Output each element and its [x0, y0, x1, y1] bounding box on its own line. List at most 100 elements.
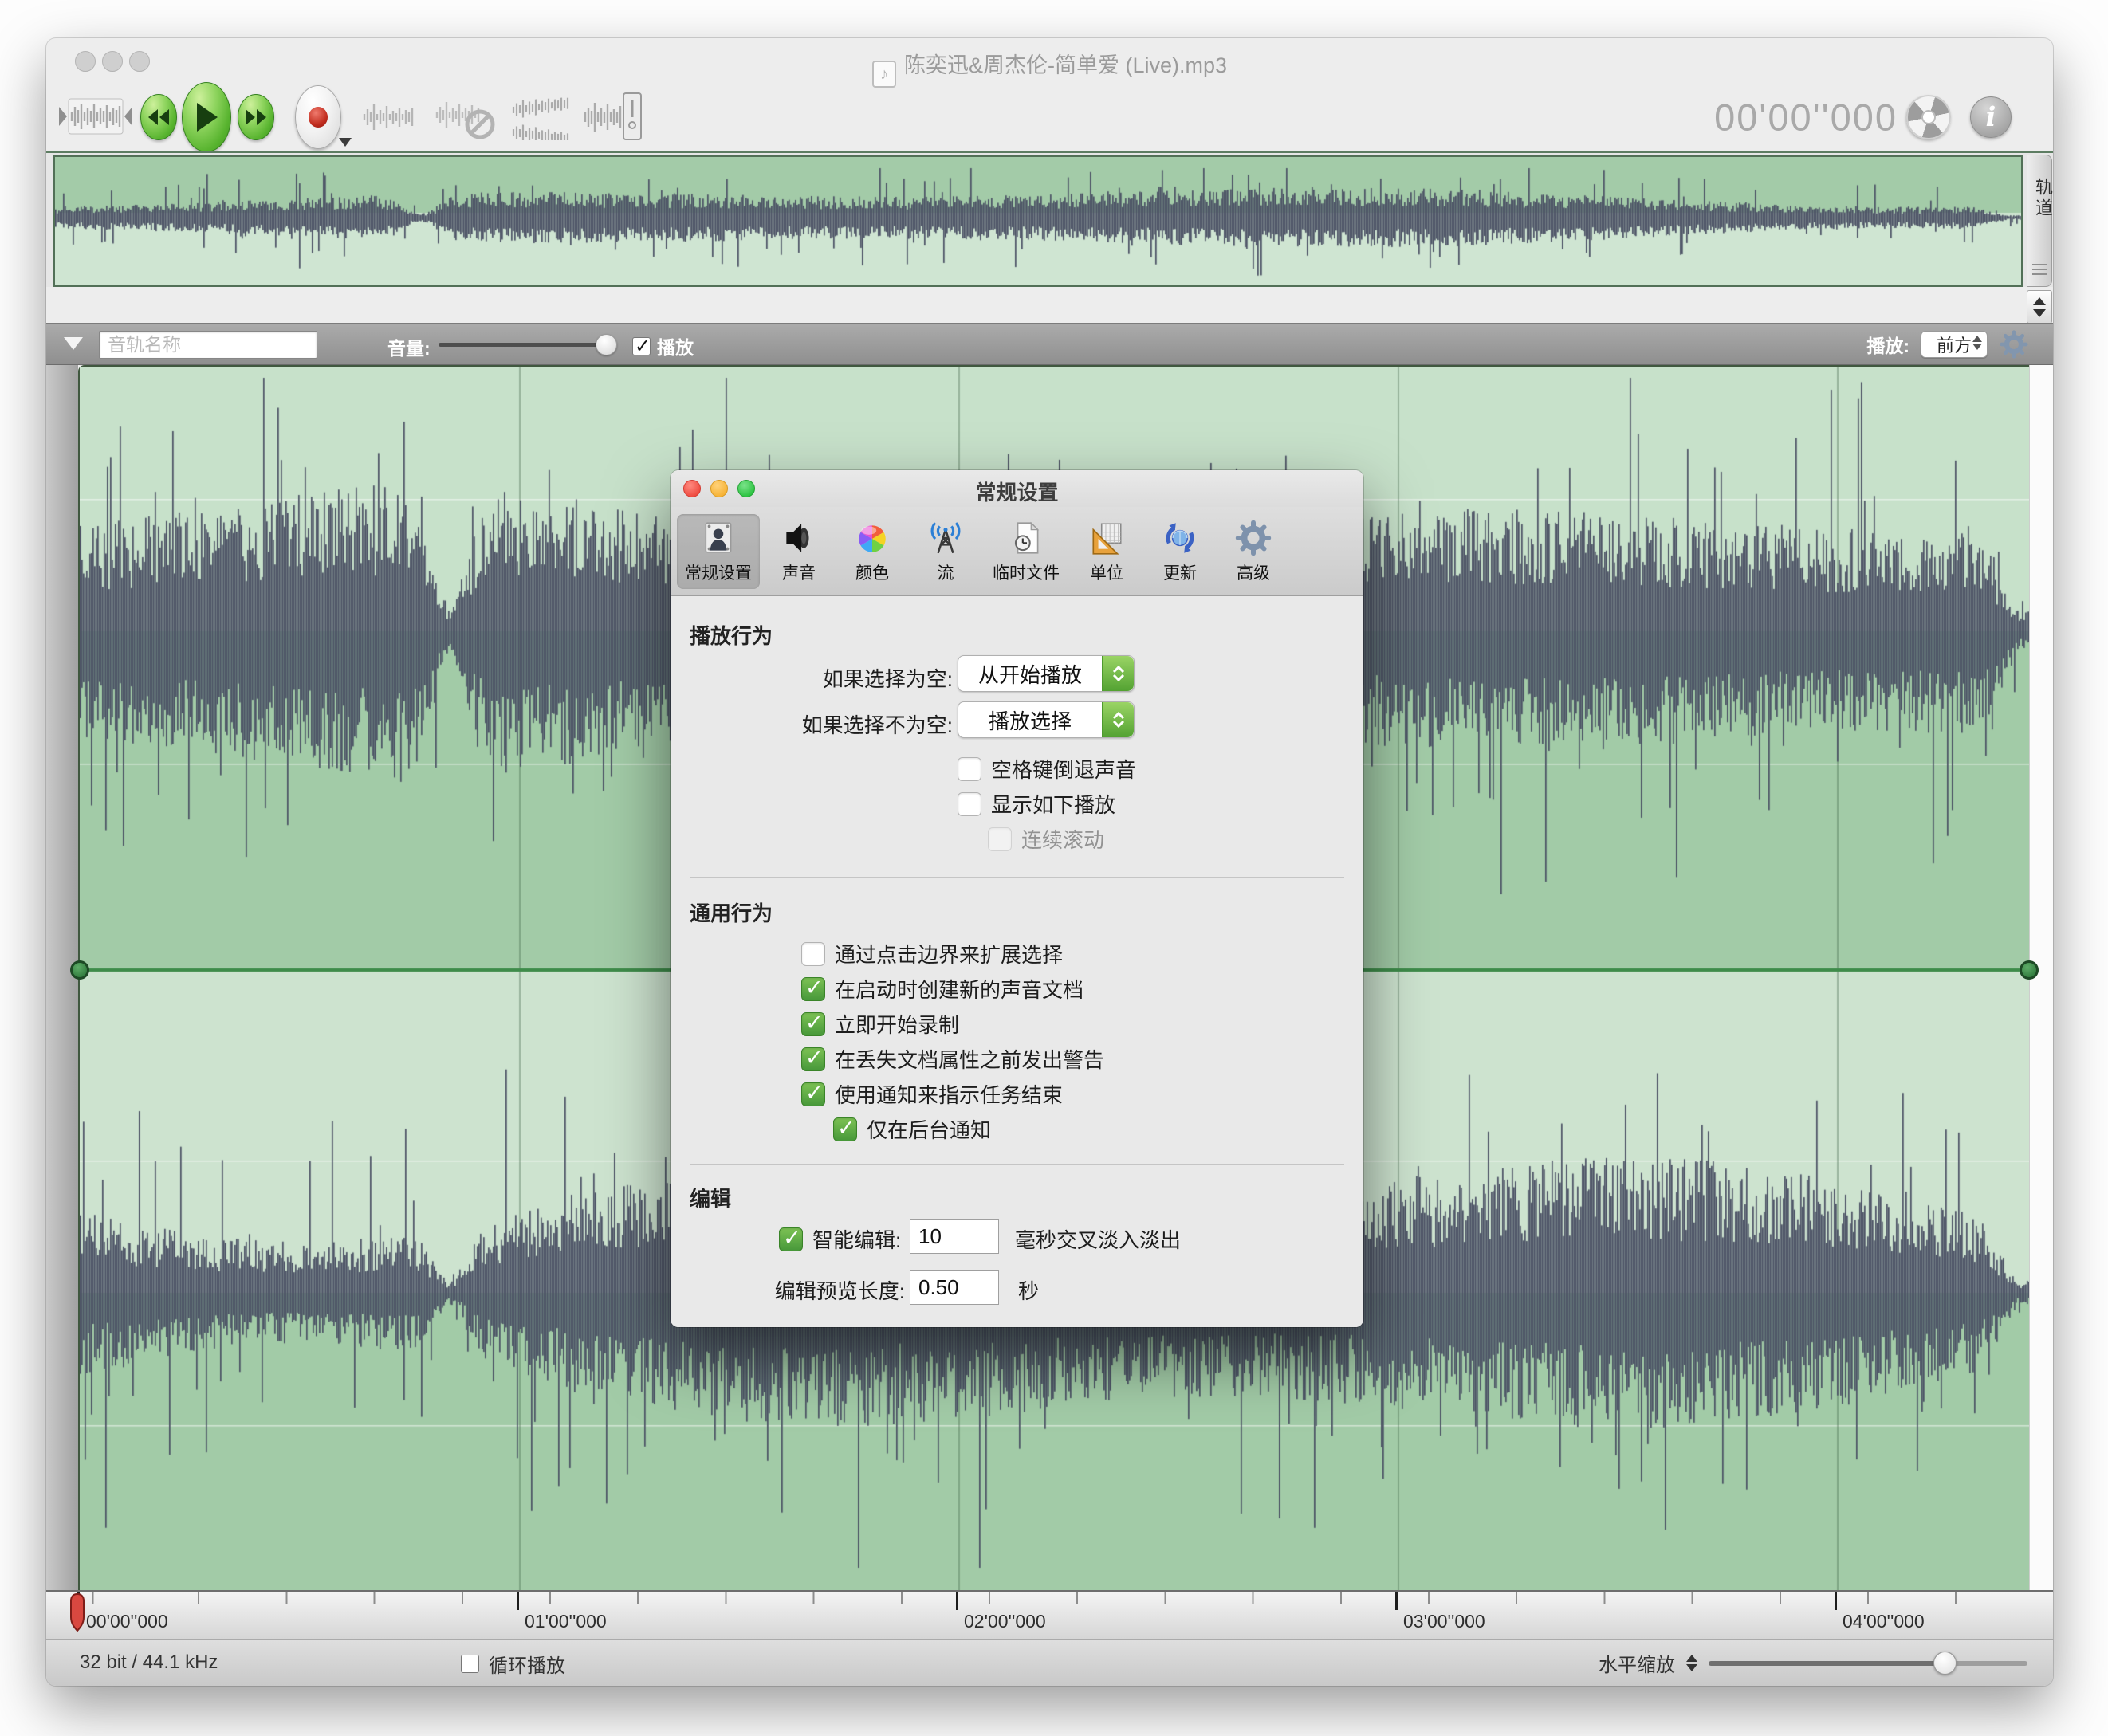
volume-knob[interactable]: [596, 334, 617, 355]
nonempty-selection-dropdown[interactable]: 播放选择: [958, 701, 1135, 738]
audio-format-text: 32 bit / 44.1 kHz: [80, 1652, 218, 1674]
crossfade-ms-input[interactable]: [910, 1219, 999, 1254]
dropdown-stepper-icon: [1102, 702, 1134, 737]
timeline-ruler[interactable]: 00'00''000 01'00''000 02'00''000 03'00''…: [46, 1590, 2053, 1640]
track-disclosure-triangle[interactable]: [64, 337, 83, 350]
record-button[interactable]: [295, 85, 341, 149]
major-tick: [1835, 1592, 1837, 1610]
tab-units[interactable]: 单位: [1072, 514, 1141, 589]
track-name-input[interactable]: [99, 331, 317, 359]
play-button[interactable]: [182, 82, 231, 152]
time-label: 03'00''000: [1403, 1611, 1485, 1632]
track-order-stepper[interactable]: [2027, 290, 2052, 324]
envelope-handle-right[interactable]: [2020, 960, 2039, 980]
units-icon: [1087, 519, 1126, 557]
tab-temp-files[interactable]: 临时文件: [985, 514, 1068, 589]
dropdown-chevrons-icon: [1972, 336, 1982, 350]
select-all-button[interactable]: [57, 92, 134, 142]
desktop: ♪陈奕迅&周杰伦-简单爱 (Live).mp3: [0, 0, 2108, 1736]
general-settings-icon: [699, 519, 737, 557]
waveform-clip-icon: [582, 90, 646, 144]
tab-sound[interactable]: 声音: [765, 514, 833, 589]
time-label: 01'00''000: [525, 1611, 607, 1632]
play-checkbox[interactable]: ✓: [632, 337, 651, 355]
empty-selection-dropdown[interactable]: 从开始播放: [958, 655, 1135, 692]
checkbox-show-playback[interactable]: ✓ 显示如下播放: [958, 789, 1115, 819]
waveform-split-icon: [510, 94, 572, 140]
playback-direction-dropdown[interactable]: 前方: [1921, 331, 1988, 358]
colors-icon: [853, 519, 891, 557]
tab-general-settings[interactable]: 常规设置: [677, 514, 760, 589]
overview-canvas[interactable]: [55, 157, 2021, 285]
advanced-gear-icon: [1234, 519, 1272, 557]
zoom-slider-knob[interactable]: [1933, 1652, 1957, 1675]
tab-updates[interactable]: 更新: [1146, 514, 1214, 589]
major-tick: [956, 1592, 958, 1610]
burn-cd-button[interactable]: [1901, 89, 1957, 146]
record-options-arrow[interactable]: [339, 138, 352, 147]
waveform-mute-icon: [434, 94, 496, 140]
rewind-button[interactable]: [140, 94, 177, 140]
titlebar: ♪陈奕迅&周杰伦-简单爱 (Live).mp3: [46, 38, 2053, 83]
tab-stream[interactable]: 流: [911, 514, 980, 589]
checkbox-continuous-scroll: ✓ 连续滚动: [988, 824, 1104, 854]
track-tab[interactable]: 轨道: [2027, 155, 2052, 287]
loop-checkbox[interactable]: ✓: [461, 1655, 479, 1673]
separator: [690, 1164, 1344, 1165]
checkbox-space-rewind[interactable]: ✓ 空格键倒退声音: [958, 754, 1136, 784]
tab-advanced[interactable]: 高级: [1219, 514, 1288, 589]
checkbox-notify-task-end[interactable]: ✓ 使用通知来指示任务结束: [801, 1079, 1063, 1109]
major-tick: [1395, 1592, 1398, 1610]
track-tab-grip[interactable]: [2032, 264, 2047, 275]
stepper-down-icon[interactable]: [2033, 309, 2046, 317]
overview-waveform[interactable]: [53, 155, 2023, 287]
join-clip-button[interactable]: [582, 90, 646, 144]
stepper-up-icon[interactable]: [2033, 297, 2046, 305]
waveform-tool-icon: [361, 96, 417, 138]
checkbox-start-recording-immediately[interactable]: ✓ 立即开始录制: [801, 1009, 959, 1039]
checkbox-warn-before-losing-properties[interactable]: ✓ 在丢失文档属性之前发出警告: [801, 1044, 1104, 1074]
zoom-stepper[interactable]: [1686, 1655, 1697, 1671]
volume-slider[interactable]: [439, 343, 612, 347]
playback-direction-value: 前方: [1937, 332, 1972, 357]
checkbox-extend-selection[interactable]: ✓ 通过点击边界来扩展选择: [801, 939, 1063, 968]
preview-length-input[interactable]: [910, 1270, 999, 1305]
volume-label: 音量:: [387, 333, 431, 360]
dialog-toolbar: 常规设置 声音: [671, 507, 1363, 596]
updates-icon: [1161, 519, 1199, 557]
dropdown-stepper-icon: [1102, 656, 1134, 691]
label-empty-selection: 如果选择为空:: [690, 663, 953, 693]
split-selection-button[interactable]: [510, 94, 572, 140]
time-display: 00'00''000: [1714, 96, 1898, 139]
preview-suffix: 秒: [1018, 1275, 1039, 1305]
envelope-handle-left[interactable]: [70, 960, 89, 980]
loop-play-toggle[interactable]: ✓ 循环播放: [461, 1650, 565, 1678]
zoom-slider[interactable]: [1709, 1661, 2027, 1666]
window-title-wrap: ♪陈奕迅&周杰伦-简单爱 (Live).mp3: [46, 48, 2053, 88]
status-bar: 32 bit / 44.1 kHz ✓ 循环播放 水平缩放: [46, 1640, 2053, 1686]
major-tick: [517, 1592, 519, 1610]
record-dot-icon: [309, 107, 328, 128]
checkbox-notify-background-only[interactable]: ✓ 仅在后台通知: [833, 1114, 991, 1144]
horizontal-zoom-control: 水平缩放: [1599, 1640, 2027, 1686]
toolbar: 00'00''000 i: [46, 83, 2053, 151]
track-tab-label: 轨道: [2030, 178, 2055, 219]
tab-colors[interactable]: 颜色: [838, 514, 907, 589]
rewind-icon: [147, 109, 171, 125]
minor-ticks: [78, 1592, 2029, 1604]
checkbox-new-doc-on-launch[interactable]: ✓ 在启动时创建新的声音文档: [801, 974, 1083, 1004]
copy-selection-button[interactable]: [361, 96, 417, 138]
loop-label: 循环播放: [489, 1650, 565, 1678]
dialog-titlebar: 常规设置: [671, 470, 1363, 507]
time-label: 00'00''000: [86, 1611, 168, 1632]
temp-files-icon: [1007, 519, 1045, 557]
track-settings-gear-icon[interactable]: [1999, 329, 2029, 359]
playhead-marker[interactable]: [69, 1593, 86, 1632]
info-button[interactable]: i: [1970, 96, 2012, 138]
mute-selection-button[interactable]: [434, 94, 496, 140]
checkbox-smart-edit[interactable]: ✓ 智能编辑:: [779, 1224, 901, 1254]
selection-waveform-icon: [57, 92, 134, 142]
time-label: 02'00''000: [964, 1611, 1046, 1632]
track-play-toggle[interactable]: ✓ 播放: [632, 332, 694, 359]
forward-button[interactable]: [238, 94, 274, 140]
